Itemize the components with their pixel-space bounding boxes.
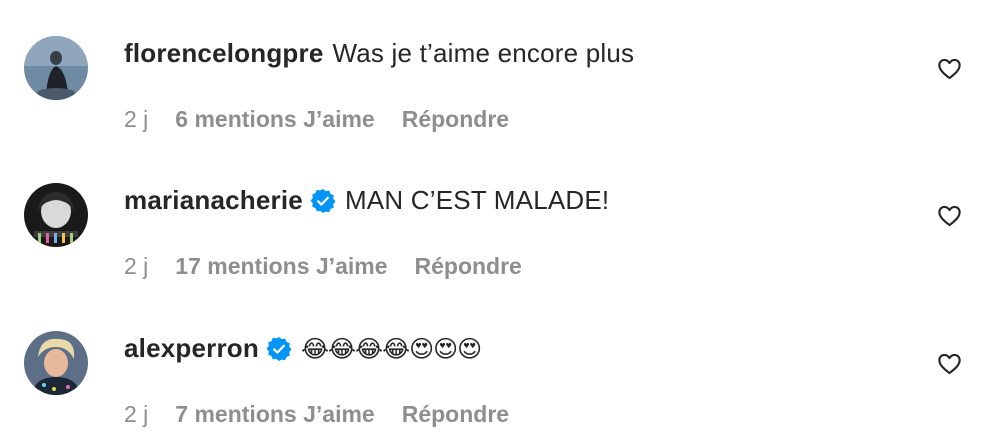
reply-button[interactable]: Répondre xyxy=(415,253,522,280)
verified-badge-icon xyxy=(310,188,336,214)
reply-button[interactable]: Répondre xyxy=(402,401,509,428)
comment-meta: 2 j 6 mentions J’aime Répondre xyxy=(124,106,509,133)
avatar[interactable] xyxy=(24,331,88,395)
heart-icon[interactable] xyxy=(936,202,963,229)
reply-button[interactable]: Répondre xyxy=(402,106,509,133)
username[interactable]: alexperron xyxy=(124,333,259,364)
comment-line: florencelongpre Was je t’aime encore plu… xyxy=(124,38,634,69)
comment-text: MAN C’EST MALADE! xyxy=(344,185,610,215)
avatar[interactable] xyxy=(24,183,88,247)
comment-time[interactable]: 2 j xyxy=(124,253,148,280)
comment-item: alexperron 😂😂😂😂😍😍😍 2 j 7 mentions J’aime… xyxy=(0,323,982,432)
comments-list: florencelongpre Was je t’aime encore plu… xyxy=(0,0,982,432)
comment-item: florencelongpre Was je t’aime encore plu… xyxy=(0,28,982,148)
verified-badge-icon xyxy=(266,336,292,362)
likes-count-button[interactable]: 7 mentions J’aime xyxy=(175,401,374,428)
heart-icon[interactable] xyxy=(936,55,963,82)
heart-icon[interactable] xyxy=(936,350,963,377)
comment-line: alexperron 😂😂😂😂😍😍😍 xyxy=(124,333,482,364)
likes-count-button[interactable]: 17 mentions J’aime xyxy=(175,253,387,280)
comment-meta: 2 j 17 mentions J’aime Répondre xyxy=(124,253,522,280)
comment-time[interactable]: 2 j xyxy=(124,106,148,133)
comment-line: marianacherie MAN C’EST MALADE! xyxy=(124,185,609,216)
comment-time[interactable]: 2 j xyxy=(124,401,148,428)
comment-text: Was je t’aime encore plus xyxy=(332,38,635,68)
avatar[interactable] xyxy=(24,36,88,100)
comment-text: 😂😂😂😂😍😍😍 xyxy=(300,334,482,363)
username[interactable]: florencelongpre xyxy=(124,38,323,69)
likes-count-button[interactable]: 6 mentions J’aime xyxy=(175,106,374,133)
comment-meta: 2 j 7 mentions J’aime Répondre xyxy=(124,401,509,428)
comment-item: marianacherie MAN C’EST MALADE! 2 j 17 m… xyxy=(0,175,982,295)
username[interactable]: marianacherie xyxy=(124,185,303,216)
